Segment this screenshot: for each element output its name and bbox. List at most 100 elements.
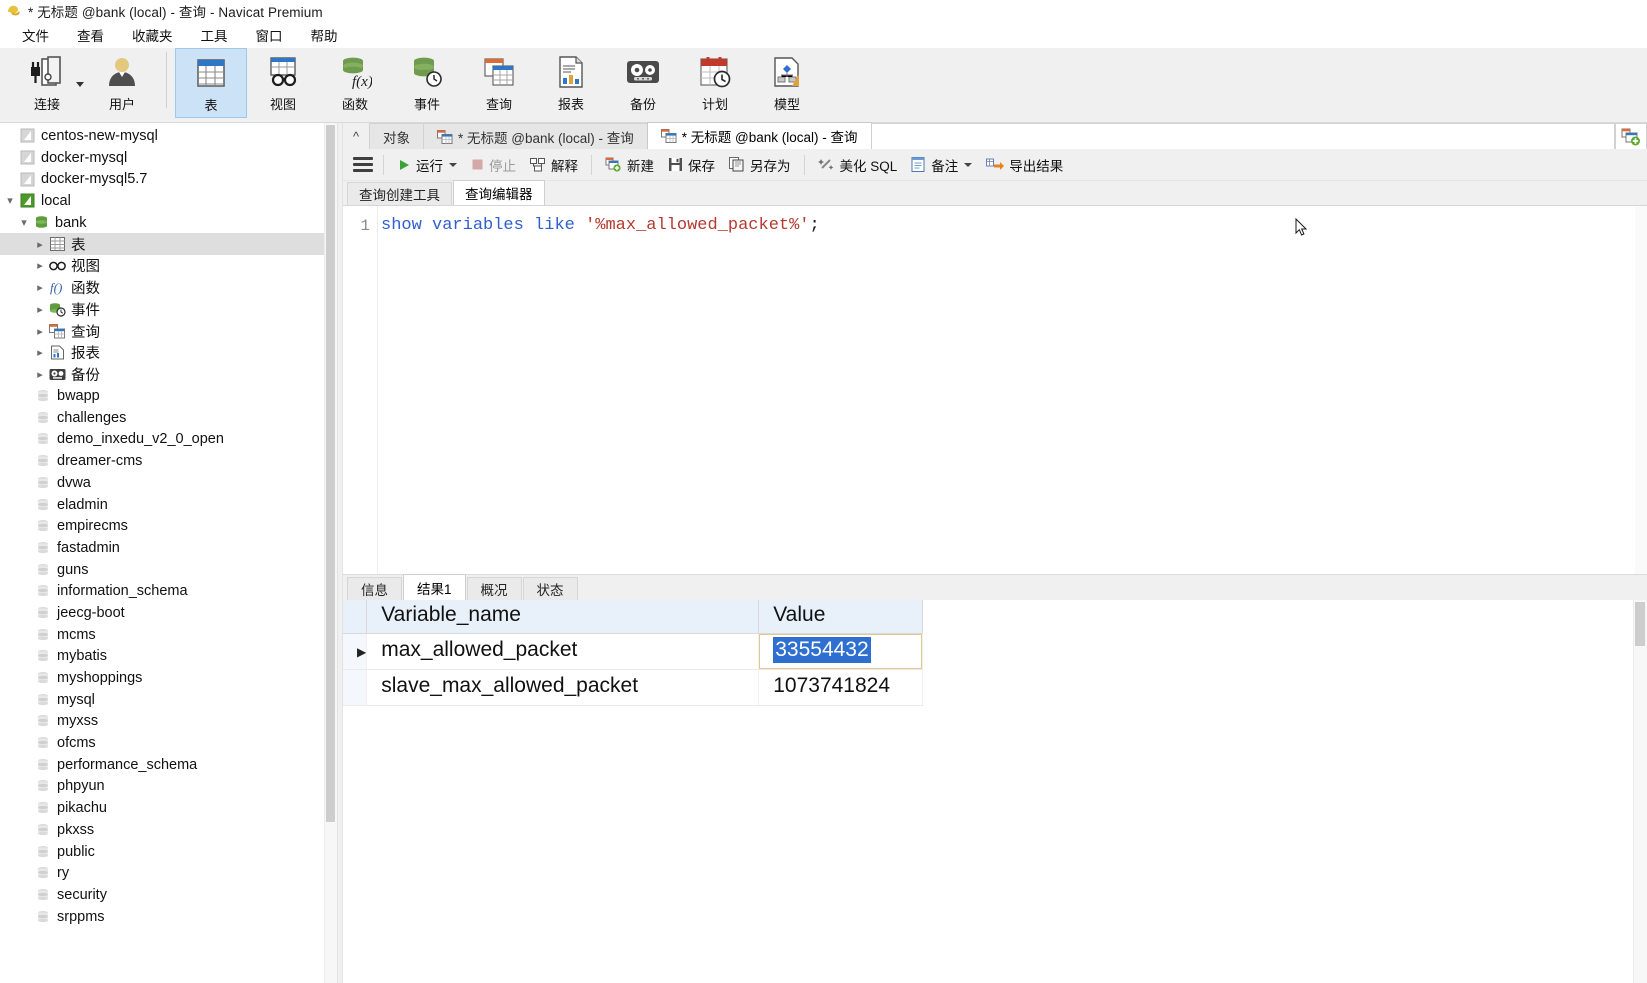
tree-item-database[interactable]: information_schema	[0, 580, 337, 602]
ribbon-user[interactable]: 用户	[86, 48, 158, 118]
tree-item-database[interactable]: challenges	[0, 407, 337, 429]
tree-item-database[interactable]: guns	[0, 559, 337, 581]
column-header-variable-name[interactable]: Variable_name	[366, 600, 760, 634]
tab-objects[interactable]: 对象	[369, 123, 424, 149]
sidebar-scrollbar[interactable]	[324, 123, 337, 983]
tree-item-database[interactable]: eladmin	[0, 494, 337, 516]
result-grid-scrollbar[interactable]	[1633, 600, 1647, 983]
tab-query-editor[interactable]: 查询编辑器	[453, 180, 545, 205]
tree-item-database[interactable]: dvwa	[0, 472, 337, 494]
ribbon-view[interactable]: 视图	[247, 48, 319, 118]
ribbon-schedule[interactable]: 计划	[679, 48, 751, 118]
tree-item-database[interactable]: jeecg-boot	[0, 602, 337, 624]
tree-item-events[interactable]: ▸ 事件	[0, 299, 337, 321]
tree-item-database[interactable]: performance_schema	[0, 754, 337, 776]
save-button[interactable]: 保存	[661, 152, 722, 178]
sidebar-scrollbar-thumb[interactable]	[326, 125, 335, 822]
ribbon-backup[interactable]: 备份	[607, 48, 679, 118]
chevron-right-icon[interactable]: ▸	[32, 238, 48, 251]
cell-value[interactable]: 1073741824	[758, 669, 924, 706]
column-header-value[interactable]: Value	[758, 600, 924, 634]
chevron-right-icon[interactable]: ▸	[32, 303, 48, 316]
save-as-button[interactable]: 另存为	[722, 152, 798, 178]
ribbon-report[interactable]: 报表	[535, 48, 607, 118]
tree-item-database[interactable]: mybatis	[0, 646, 337, 668]
comment-button[interactable]: 备注	[904, 152, 979, 178]
chevron-down-icon[interactable]: ▾	[2, 194, 18, 207]
tree-item-tables[interactable]: ▸ 表	[0, 233, 337, 256]
row-selector[interactable]	[343, 669, 368, 706]
hamburger-menu-icon[interactable]	[349, 153, 377, 176]
tree-item-docker-mysql[interactable]: docker-mysql	[0, 147, 337, 169]
ribbon-model[interactable]: 模型	[751, 48, 823, 118]
tree-item-backups[interactable]: ▸ 备份	[0, 364, 337, 386]
tree-item-centos-new-mysql[interactable]: centos-new-mysql	[0, 125, 337, 147]
row-selector-current[interactable]: ▶	[343, 633, 368, 670]
chevron-down-icon[interactable]	[964, 162, 973, 167]
result-grid[interactable]: Variable_name Value ▶ max_allowed_packet…	[343, 600, 1647, 983]
tree-item-database[interactable]: myxss	[0, 711, 337, 733]
chevron-right-icon[interactable]: ▸	[32, 281, 48, 294]
tab-status[interactable]: 状态	[522, 577, 578, 600]
cell-variable-name[interactable]: slave_max_allowed_packet	[366, 669, 760, 706]
new-button[interactable]: 新建	[598, 152, 661, 178]
ribbon-table[interactable]: 表	[175, 48, 247, 118]
cell-variable-name[interactable]: max_allowed_packet	[366, 633, 760, 670]
menu-window[interactable]: 窗口	[242, 23, 297, 47]
chevron-up-icon[interactable]: ^	[343, 123, 369, 149]
tree-item-database[interactable]: srppms	[0, 906, 337, 928]
chevron-down-icon[interactable]	[76, 82, 84, 87]
tree-item-database[interactable]: security	[0, 884, 337, 906]
tree-item-database[interactable]: myshoppings	[0, 667, 337, 689]
tree-item-database[interactable]: ofcms	[0, 732, 337, 754]
tree-item-docker-mysql57[interactable]: docker-mysql5.7	[0, 168, 337, 190]
menu-favorites[interactable]: 收藏夹	[118, 23, 187, 47]
tree-item-database[interactable]: pkxss	[0, 819, 337, 841]
cell-value[interactable]: 33554432	[758, 633, 924, 670]
tree-item-queries[interactable]: ▸ 查询	[0, 320, 337, 342]
chevron-right-icon[interactable]: ▸	[32, 346, 48, 359]
tree-item-database[interactable]: phpyun	[0, 776, 337, 798]
tree-item-database[interactable]: mysql	[0, 689, 337, 711]
tree-item-database[interactable]: bwapp	[0, 385, 337, 407]
chevron-down-icon[interactable]: ▾	[16, 216, 32, 229]
ribbon-event[interactable]: 事件	[391, 48, 463, 118]
ribbon-function[interactable]: f(x) 函数	[319, 48, 391, 118]
tree-item-functions[interactable]: ▸ f() 函数	[0, 277, 337, 299]
tree-item-reports[interactable]: ▸ 报表	[0, 342, 337, 364]
explain-button[interactable]: 解释	[523, 152, 585, 178]
tab-query-1[interactable]: * 无标题 @bank (local) - 查询	[423, 123, 648, 149]
sql-code[interactable]: show variables like '%max_allowed_packet…	[381, 213, 820, 239]
menu-view[interactable]: 查看	[63, 23, 118, 47]
tab-info[interactable]: 信息	[347, 577, 402, 600]
sql-editor[interactable]: 1 show variables like '%max_allowed_pack…	[343, 205, 1647, 574]
run-button[interactable]: 运行	[390, 152, 464, 178]
tree-item-database[interactable]: public	[0, 841, 337, 863]
beautify-sql-button[interactable]: 美化 SQL	[811, 152, 905, 178]
ribbon-connection[interactable]: 连接	[8, 48, 86, 118]
tree-item-database[interactable]: demo_inxedu_v2_0_open	[0, 429, 337, 451]
menu-help[interactable]: 帮助	[297, 23, 352, 47]
tab-query-builder[interactable]: 查询创建工具	[347, 182, 452, 205]
tree-item-database[interactable]: pikachu	[0, 797, 337, 819]
ribbon-query[interactable]: 查询	[463, 48, 535, 118]
tree-item-database[interactable]: empirecms	[0, 515, 337, 537]
tree-item-local[interactable]: ▾ local	[0, 190, 337, 212]
tree-item-bank[interactable]: ▾ bank	[0, 212, 337, 234]
chevron-right-icon[interactable]: ▸	[32, 368, 48, 381]
chevron-down-icon[interactable]	[449, 162, 457, 167]
chevron-right-icon[interactable]: ▸	[32, 259, 48, 272]
menu-file[interactable]: 文件	[8, 23, 63, 47]
result-grid-scrollbar-thumb[interactable]	[1635, 602, 1645, 646]
tree-item-database[interactable]: fastadmin	[0, 537, 337, 559]
chevron-right-icon[interactable]: ▸	[32, 325, 48, 338]
new-query-tab-icon[interactable]	[1615, 123, 1647, 149]
tree-item-database[interactable]: dreamer-cms	[0, 450, 337, 472]
tab-profile[interactable]: 概况	[466, 577, 522, 600]
editor-scrollbar[interactable]	[1635, 206, 1647, 574]
table-row[interactable]: slave_max_allowed_packet 1073741824	[343, 669, 924, 706]
menu-tools[interactable]: 工具	[187, 23, 242, 47]
tab-query-2[interactable]: * 无标题 @bank (local) - 查询	[646, 122, 872, 149]
tree-item-database[interactable]: ry	[0, 862, 337, 884]
tab-result-1[interactable]: 结果1	[403, 574, 466, 600]
